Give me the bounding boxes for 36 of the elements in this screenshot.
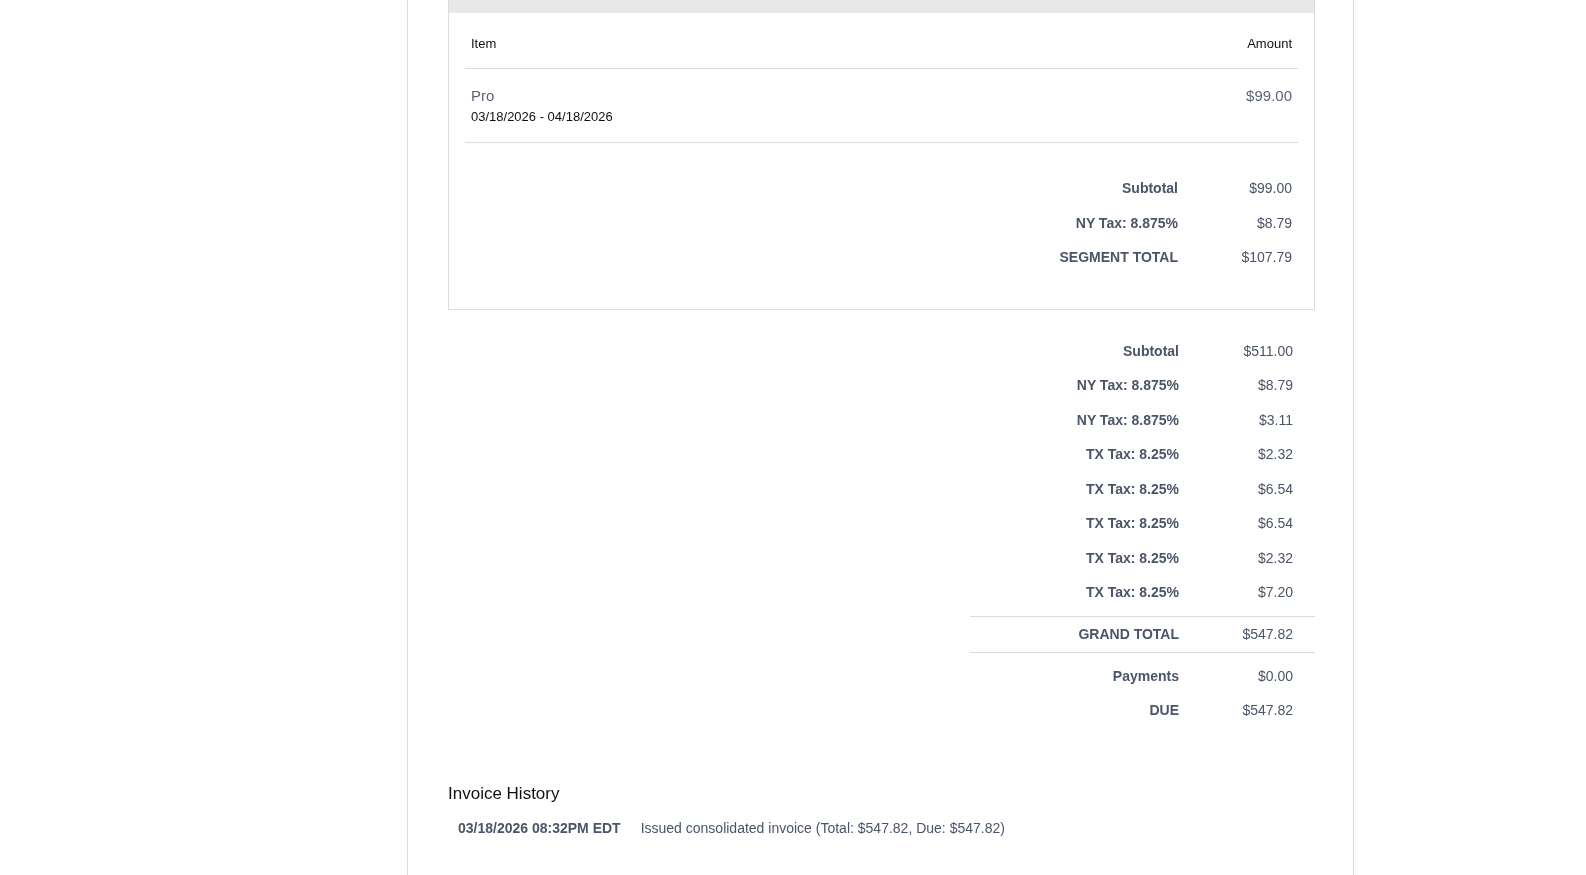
total-amount: $2.32 (1256, 549, 1294, 566)
total-label: Payments (1112, 667, 1179, 684)
total-label: NY Tax: 8.875% (1076, 411, 1179, 428)
total-amount: $547.82 (1241, 702, 1294, 719)
history-timestamp: 03/18/2026 08:32PM EDT (458, 819, 621, 836)
total-amount: $107.79 (1240, 249, 1293, 266)
history-entry: Issued consolidated invoice (Total: $547.82, Due: $547.82) (640, 819, 1005, 836)
total-label: NY Tax: 8.875% (1075, 214, 1178, 231)
total-amount: $6.54 (1256, 480, 1294, 497)
total-label: GRAND TOTAL (1078, 626, 1179, 642)
total-amount: $8.79 (1256, 377, 1294, 394)
total-label: NY Tax: 8.875% (1076, 377, 1179, 394)
total-amount: $511.00 (1242, 342, 1294, 359)
total-label: TX Tax: 8.25% (1085, 515, 1179, 532)
section-title: Invoice History (448, 783, 561, 804)
column-header: Amount (1247, 36, 1292, 51)
total-label: SEGMENT TOTAL (1059, 249, 1178, 266)
total-amount: $0.00 (1256, 667, 1294, 684)
total-amount: $547.82 (1241, 626, 1294, 642)
total-label: TX Tax: 8.25% (1085, 480, 1179, 497)
total-amount: $99.00 (1248, 180, 1293, 197)
column-header: Item (471, 36, 497, 51)
total-amount: $8.79 (1255, 214, 1293, 231)
total-amount: $2.32 (1256, 446, 1294, 463)
total-amount: $7.20 (1256, 584, 1294, 601)
total-label: Subtotal (1123, 342, 1179, 359)
line-item-period: 03/18/2026 - 04/18/2026 (471, 109, 613, 124)
total-label: TX Tax: 8.25% (1085, 549, 1179, 566)
total-label: Subtotal (1122, 180, 1178, 197)
line-item-amount: $99.00 (1246, 87, 1292, 106)
total-label: TX Tax: 8.25% (1085, 446, 1179, 463)
total-label: TX Tax: 8.25% (1085, 584, 1179, 601)
total-amount: $3.11 (1258, 411, 1294, 428)
line-item-name: Pro (471, 87, 496, 104)
total-label: DUE (1149, 702, 1179, 719)
total-amount: $6.54 (1256, 515, 1294, 532)
